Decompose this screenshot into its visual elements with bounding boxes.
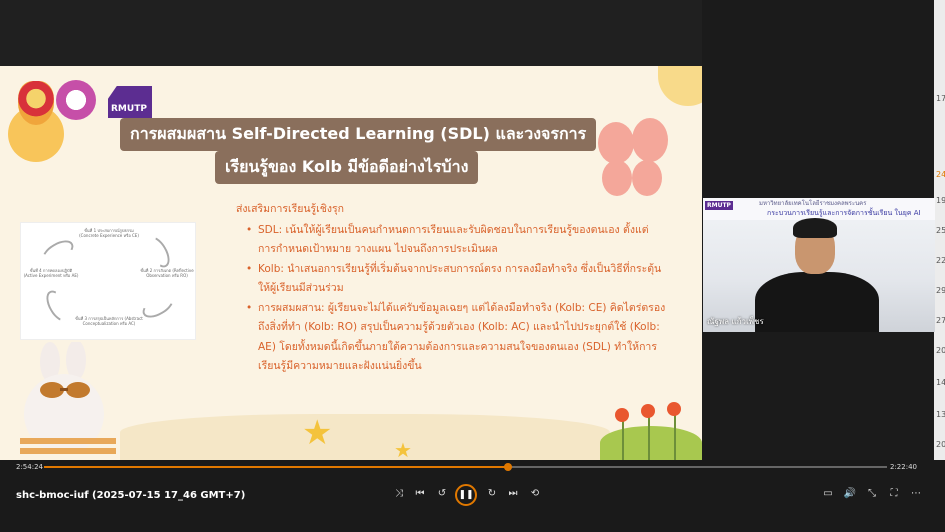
miniplayer-icon[interactable]: ▭ [820,488,836,499]
university-logo [18,81,54,125]
star-decoration: ★ [394,438,412,460]
current-time: 2:54:24 [16,463,43,471]
side-number: 27 [936,316,945,325]
side-number: 22 [936,256,945,265]
side-number: 25 [936,226,945,235]
bullet-item: SDL: เน้นให้ผู้เรียนเป็นคนกำหนดการเรียนแ… [246,221,666,260]
presentation-slide: RMUTP การผสมผสาน Self-Directed Learning … [0,66,702,460]
side-number: 17 [936,94,945,103]
rmutp-logo: RMUTP [108,86,152,118]
webcam-header-text: มหาวิทยาลัยเทคโนโลยีราชมงคลพระนคร [759,200,867,207]
star-decoration: ★ [302,413,333,453]
player-controls: 2:54:24 2:22:40 shc-bmoc-iuf (2025-07-15… [0,460,945,532]
seek-bar[interactable] [44,463,887,471]
rmutp-logo: RMUTP [705,201,733,210]
sun-decoration [658,66,702,106]
slide-content: ส่งเสริมการเรียนรู้เชิงรุก SDL: เน้นให้ผ… [236,200,666,377]
cycle-arrow-icon [41,286,75,326]
side-number: 14 [936,378,945,387]
volume-icon[interactable]: 🔊 [842,488,858,499]
bullet-item: Kolb: นำเสนอการเรียนรู้ที่เริ่มต้นจากประ… [246,260,666,299]
slide-title-line-2: เรียนรู้ของ Kolb มีข้อดีอย่างไรบ้าง [215,151,479,184]
cycle-arrow-icon [141,232,175,272]
slide-title: การผสมผสาน Self-Directed Learning (SDL) … [120,118,597,184]
repeat-off-icon[interactable]: ⟲ [527,488,543,499]
ground-decoration [120,414,610,460]
diagram-stage-3: ขั้นที่ 3 การสรุปเป็นหลักการ (Abstract C… [75,316,143,326]
side-number: 24 [936,170,945,179]
presenter-body [755,272,879,332]
kolb-cycle-diagram: ขั้นที่ 1 ประสบการณ์รูปธรรม (Concrete Ex… [20,222,196,340]
next-icon[interactable]: ⏭ [505,488,521,499]
flower-decoration [667,402,681,416]
top-bar [0,0,702,66]
butterfly-decoration [592,118,676,206]
fullscreen-icon[interactable]: ⛶ [886,488,902,499]
pause-icon[interactable]: ❚❚ [455,484,477,506]
presenter-webcam[interactable]: RMUTP มหาวิทยาลัยเทคโนโลยีราชมงคลพระนคร … [703,198,935,332]
cast-icon[interactable]: ⤡ [864,488,880,499]
shuffle-icon[interactable]: ⤨ [391,488,407,499]
previous-icon[interactable]: ⏮ [412,488,428,499]
flower-decoration [615,408,629,422]
bullet-list: SDL: เน้นให้ผู้เรียนเป็นคนกำหนดการเรียนแ… [236,221,666,377]
video-title: shc-bmoc-iuf (2025-07-15 17_46 GMT+7) [16,490,246,501]
diagram-stage-4: ขั้นที่ 4 การทดลองปฏิบัติ (Active Experi… [23,268,79,278]
forward-30-icon[interactable]: ↻ [484,488,500,499]
bullet-item: การผสมผสาน: ผู้เรียนจะไม่ได้แค่รับข้อมูล… [246,299,666,377]
flower-decoration [641,404,655,418]
cycle-arrow-icon [38,235,78,269]
faculty-logo [56,80,96,120]
seek-handle[interactable] [503,463,512,471]
scrolled-side-column: 17 24 19 25 22 29 27 20 14 13 20 [934,0,945,460]
slide-title-line-1: การผสมผสาน Self-Directed Learning (SDL) … [120,118,597,151]
slide-heading: ส่งเสริมการเรียนรู้เชิงรุก [236,203,345,215]
grass-decoration [600,426,702,460]
total-time: 2:22:40 [890,463,917,471]
presenter-name: ณัฐพล แก้วเพ็ชร [707,317,764,326]
side-number: 13 [936,410,945,419]
webcam-subheader-text: กระบวนการเรียนรู้และการจัดการชั้นเรียน ใ… [767,209,921,217]
side-number: 19 [936,196,945,205]
diagram-stage-1: ขั้นที่ 1 ประสบการณ์รูปธรรม (Concrete Ex… [79,228,139,238]
side-number: 29 [936,286,945,295]
presenter-hair [793,218,837,238]
rewind-10-icon[interactable]: ↺ [434,488,450,499]
diagram-stage-2: ขั้นที่ 2 การสังเกต (Reflective Observat… [140,268,194,278]
side-number: 20 [936,346,945,355]
bunny-illustration [20,340,116,460]
seek-bar-progress [44,466,508,468]
more-icon[interactable]: ⋯ [908,488,924,499]
side-number: 20 [936,440,945,449]
